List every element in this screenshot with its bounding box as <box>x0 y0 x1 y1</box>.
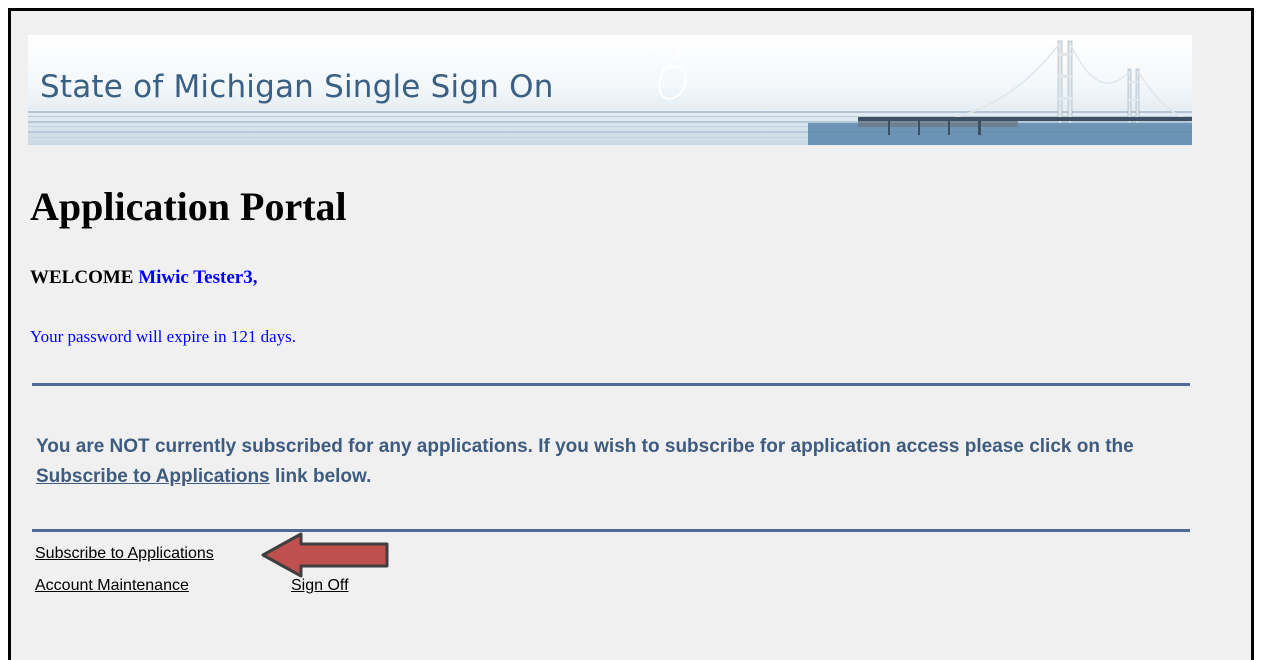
divider-top <box>32 383 1190 386</box>
welcome-message: WELCOME Miwic Tester3, <box>30 267 257 289</box>
subscribe-to-applications-link[interactable]: Subscribe to Applications <box>35 545 214 563</box>
account-maintenance-link[interactable]: Account Maintenance <box>35 577 189 595</box>
notice-text-before: You are NOT currently subscribed for any… <box>36 436 1134 457</box>
page-frame: State of Michigan Single Sign On Applica… <box>8 8 1254 660</box>
header-banner: State of Michigan Single Sign On <box>28 35 1192 145</box>
page-title: Application Portal <box>30 184 347 229</box>
annotation-arrow-icon <box>261 532 389 578</box>
welcome-label: WELCOME <box>30 267 134 288</box>
notice-text-after: link below. <box>269 466 372 487</box>
user-name: Miwic Tester3, <box>138 267 258 288</box>
banner-title: State of Michigan Single Sign On <box>40 69 554 105</box>
divider-bottom <box>32 529 1190 532</box>
password-expiry-notice: Your password will expire in 121 days. <box>30 327 297 346</box>
subscribe-inline-link[interactable]: Subscribe to Applications <box>36 466 270 487</box>
subscription-notice: You are NOT currently subscribed for any… <box>36 432 1166 492</box>
